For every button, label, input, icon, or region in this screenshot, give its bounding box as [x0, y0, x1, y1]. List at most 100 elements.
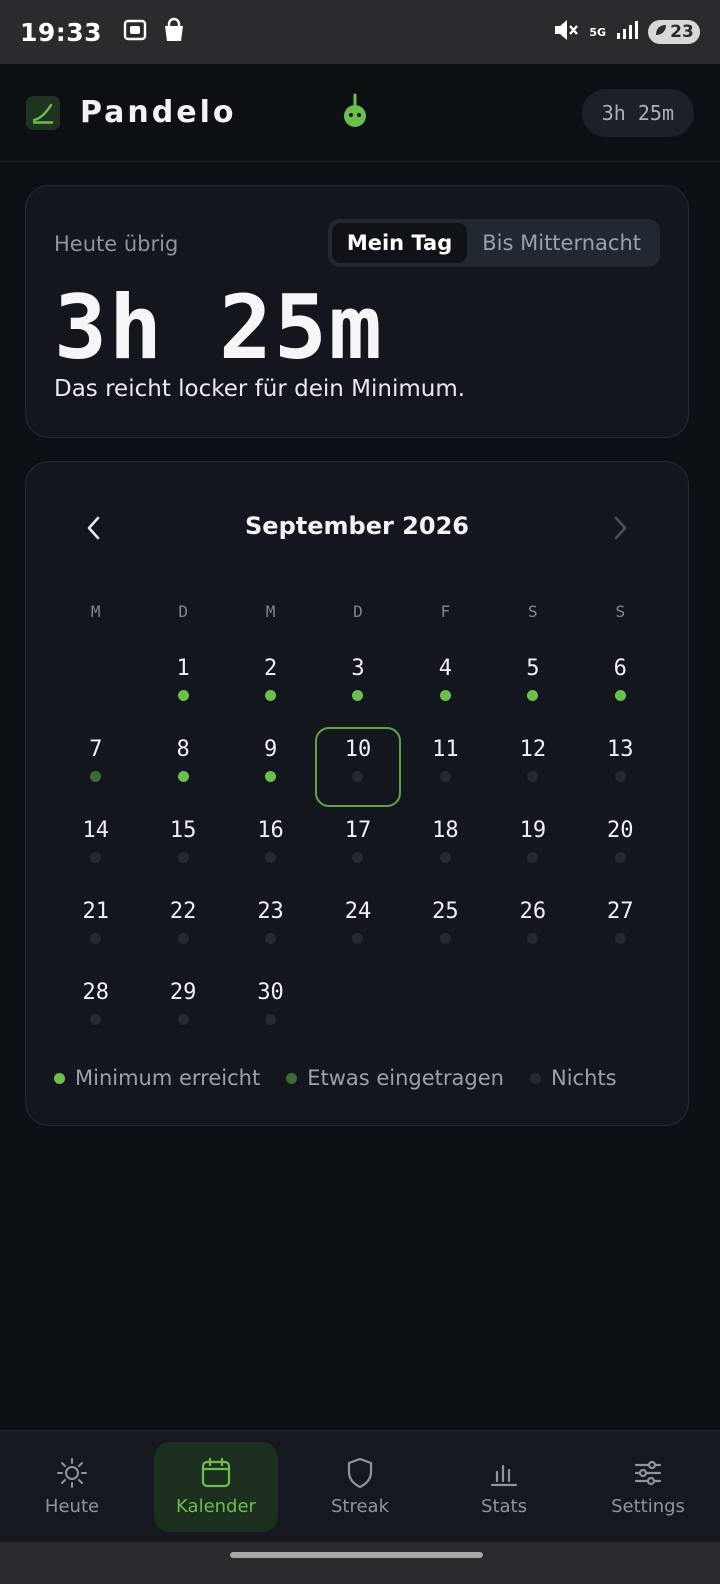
calendar-day[interactable]: 13	[577, 727, 664, 808]
weekday-label: S	[528, 602, 538, 621]
calendar-day[interactable]: 22	[139, 889, 226, 970]
nav-settings[interactable]: Settings	[576, 1431, 720, 1542]
day-number: 2	[263, 656, 278, 681]
nav-streak[interactable]: Streak	[288, 1431, 432, 1542]
day-number: 5	[526, 656, 540, 681]
day-status-dot	[439, 852, 451, 863]
day-status-dot	[352, 690, 364, 701]
bottom-navigation: Heute Kalender Streak Stats Settings	[0, 1430, 720, 1542]
calendar-icon	[201, 1457, 231, 1488]
remaining-time-chip[interactable]: 3h 25m	[581, 88, 694, 137]
calendar-day[interactable]: 8	[139, 727, 226, 808]
day-status-dot	[614, 852, 626, 863]
calendar-day[interactable]: 14	[52, 808, 139, 889]
calendar-day[interactable]: 5	[489, 646, 576, 727]
calendar-day[interactable]: 4	[402, 646, 489, 727]
day-number: 20	[607, 818, 634, 843]
next-month-button[interactable]	[602, 510, 638, 546]
calendar-day[interactable]: 12	[489, 727, 576, 808]
day-status-dot	[90, 1014, 102, 1025]
day-number: 23	[257, 899, 284, 924]
mascot-icon[interactable]	[340, 92, 370, 134]
calendar-grid: 1 2 3 4 5 6 7 8 9 10 11 12 13 14 15 16 17 18 19 20 21 22 23 24 2…	[52, 646, 664, 1051]
calendar-day[interactable]: 28	[52, 970, 139, 1051]
calendar-day[interactable]: 25	[402, 889, 489, 970]
day-number: 14	[82, 818, 109, 843]
day-status-dot	[177, 771, 189, 782]
day-status-dot	[439, 690, 451, 701]
home-gesture-bar[interactable]	[230, 1552, 483, 1558]
sliders-icon	[634, 1460, 662, 1486]
signal-icon	[616, 20, 638, 44]
day-number: 18	[432, 818, 459, 843]
today-remaining-card: Heute übrig Mein Tag Bis Mitternacht 3h …	[25, 185, 689, 438]
day-status-dot	[439, 771, 451, 782]
calendar-day-selected[interactable]: 10	[314, 727, 401, 808]
weekday-header: MDMDFSS	[52, 602, 664, 621]
app-name: Pandelo	[80, 95, 237, 130]
calendar-day[interactable]: 29	[139, 970, 226, 1051]
weekday-label: S	[615, 602, 626, 621]
nav-streak-label: Streak	[330, 1496, 390, 1517]
calendar-day[interactable]: 24	[314, 889, 401, 970]
calendar-day[interactable]: 20	[577, 808, 664, 889]
app-header: Pandelo 3h 25m	[0, 64, 720, 162]
day-status-dot	[90, 852, 102, 863]
toggle-my-day[interactable]: Mein Tag	[331, 223, 468, 263]
nav-stats[interactable]: Stats	[432, 1431, 576, 1542]
calendar-day[interactable]: 23	[227, 889, 314, 970]
day-number: 24	[344, 899, 372, 924]
calendar-day[interactable]: 17	[314, 808, 401, 889]
day-number: 26	[519, 899, 547, 924]
calendar-day[interactable]: 15	[139, 808, 226, 889]
weekday-label: D	[353, 602, 363, 621]
legend-label-nothing: Nichts	[550, 1066, 617, 1090]
calendar-day[interactable]: 2	[227, 646, 314, 727]
battery-indicator: 23	[648, 20, 700, 44]
day-status-dot	[614, 690, 626, 701]
mute-icon	[553, 18, 579, 46]
day-status-dot	[527, 771, 539, 782]
day-status-dot	[177, 933, 189, 944]
calendar-day[interactable]: 11	[402, 727, 489, 808]
calendar-day[interactable]: 7	[52, 727, 139, 808]
day-number: 4	[438, 656, 453, 681]
nav-calendar[interactable]: Kalender	[144, 1431, 288, 1542]
calendar-day[interactable]: 18	[402, 808, 489, 889]
weekday-label: M	[90, 602, 101, 621]
sun-icon	[57, 1458, 87, 1488]
calendar-day[interactable]: 26	[489, 889, 576, 970]
day-number: 10	[344, 737, 372, 762]
toggle-until-midnight[interactable]: Bis Mitternacht	[467, 223, 656, 263]
day-number: 13	[607, 737, 634, 762]
calendar-day[interactable]: 6	[577, 646, 664, 727]
calendar-day[interactable]: 19	[489, 808, 576, 889]
day-number: 9	[263, 737, 278, 762]
day-status-dot	[177, 1014, 189, 1025]
day-status-dot	[527, 852, 539, 863]
day-number: 29	[169, 980, 197, 1005]
calendar-header: September 2026	[26, 506, 688, 550]
bar-chart-icon	[490, 1464, 518, 1487]
calendar-day[interactable]: 3	[314, 646, 401, 727]
day-number: 6	[613, 656, 627, 681]
remaining-message: Das reicht locker für dein Minimum.	[54, 376, 466, 402]
legend-dot-some	[286, 1072, 298, 1084]
calendar-day[interactable]: 1	[139, 646, 226, 727]
calendar-day[interactable]: 27	[577, 889, 664, 970]
day-status-dot	[352, 771, 364, 782]
calendar-day[interactable]: 21	[52, 889, 139, 970]
day-status-dot	[265, 1014, 277, 1025]
calendar-day[interactable]: 9	[227, 727, 314, 808]
day-status-dot	[90, 933, 102, 944]
day-status-dot	[527, 933, 539, 944]
nav-today[interactable]: Heute	[0, 1431, 144, 1542]
screenshot-icon	[122, 17, 148, 47]
calendar-blank-cell	[52, 646, 139, 727]
calendar-day[interactable]: 30	[227, 970, 314, 1051]
day-status-dot	[527, 690, 539, 701]
nav-settings-label: Settings	[611, 1496, 685, 1517]
day-number: 3	[351, 656, 365, 681]
day-status-dot	[614, 771, 626, 782]
calendar-day[interactable]: 16	[227, 808, 314, 889]
